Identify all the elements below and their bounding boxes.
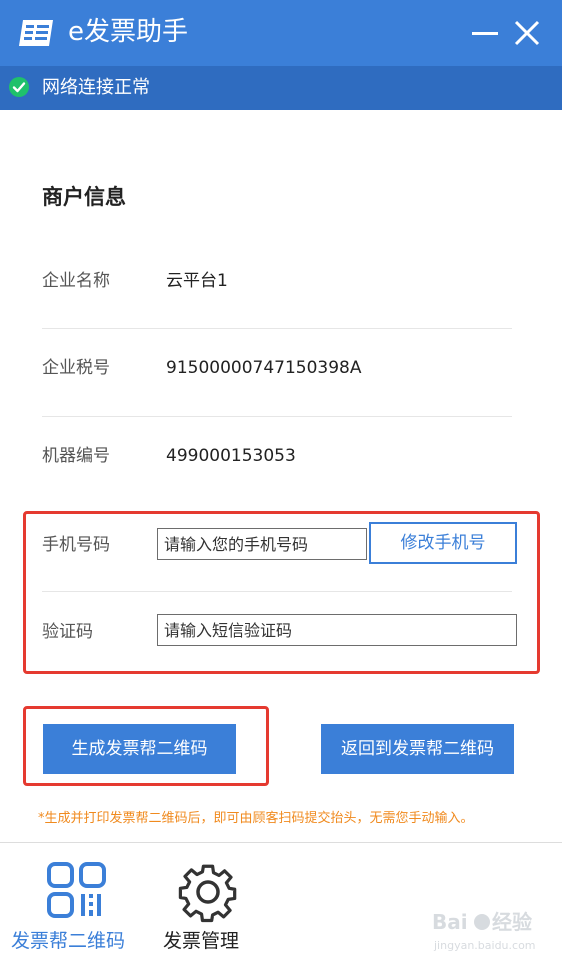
divider <box>42 328 512 329</box>
machine-number-label: 机器编号 <box>42 446 110 466</box>
divider <box>42 416 512 417</box>
machine-number-value: 499000153053 <box>166 446 296 466</box>
phone-label: 手机号码 <box>42 535 110 555</box>
nav-item-invoice-management[interactable]: 发票管理 <box>150 843 265 959</box>
check-circle-icon <box>9 77 29 97</box>
generate-qr-button[interactable]: 生成发票帮二维码 <box>43 724 236 774</box>
title-bar: e发票助手 <box>0 0 562 66</box>
tax-id-value: 91500000747150398A <box>166 358 362 378</box>
qr-grid-icon <box>47 862 106 918</box>
svg-text:jingyan.baidu.com: jingyan.baidu.com <box>433 939 536 952</box>
change-phone-button[interactable]: 修改手机号 <box>369 522 517 564</box>
verification-code-input[interactable] <box>157 614 517 646</box>
return-to-qr-button[interactable]: 返回到发票帮二维码 <box>321 724 514 774</box>
baidu-jingyan-watermark: Bai 经验 jingyan.baidu.com <box>432 910 536 952</box>
nav-label-invoice-management: 发票管理 <box>163 930 240 952</box>
nav-label-invoice-qr: 发票帮二维码 <box>11 930 126 952</box>
hint-note: *生成并打印发票帮二维码后，即可由顾客扫码提交抬头，无需您手动输入。 <box>38 811 474 826</box>
company-name-label: 企业名称 <box>42 271 110 291</box>
network-status-text: 网络连接正常 <box>42 77 150 98</box>
divider <box>42 591 512 592</box>
app-title: e发票助手 <box>68 17 188 47</box>
verification-code-label: 验证码 <box>42 622 93 642</box>
network-status-bar: 网络连接正常 <box>0 66 562 110</box>
merchant-info-title: 商户信息 <box>42 185 126 209</box>
tax-id-label: 企业税号 <box>42 358 110 378</box>
company-name-value: 云平台1 <box>166 271 228 291</box>
svg-text:经验: 经验 <box>492 910 532 934</box>
phone-input[interactable] <box>157 528 367 560</box>
app-logo-icon <box>19 20 53 46</box>
nav-item-invoice-qr[interactable]: 发票帮二维码 <box>0 843 150 959</box>
svg-text:Bai: Bai <box>432 910 468 934</box>
close-icon[interactable] <box>510 16 544 50</box>
minimize-icon[interactable] <box>468 16 502 50</box>
gear-icon <box>178 864 237 923</box>
